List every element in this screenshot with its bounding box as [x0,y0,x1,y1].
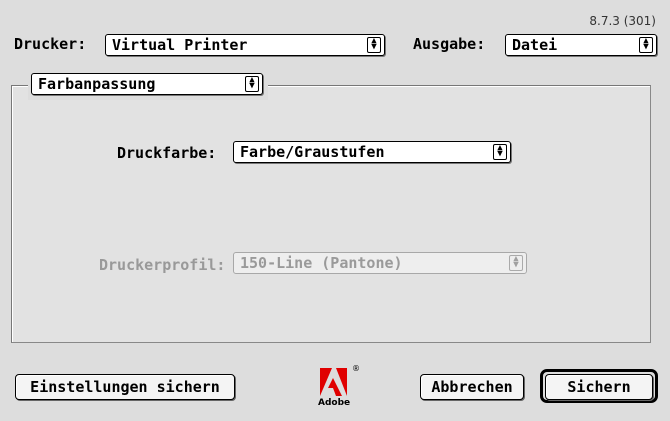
profile-popup: 150-Line (Pantone) ▲ ▼ [233,252,527,274]
save-settings-button[interactable]: Einstellungen sichern [15,374,235,400]
settings-group-box [11,85,651,343]
print-dialog: 8.7.3 (301) Drucker: Virtual Printer ▲ ▼ … [0,0,670,421]
updown-arrows-icon: ▲ ▼ [493,144,507,160]
registered-mark: ® [352,364,360,373]
output-popup-value: Datei [512,36,558,54]
adobe-logo-text: Adobe [318,398,351,408]
cancel-button[interactable]: Abbrechen [420,374,524,400]
ink-popup[interactable]: Farbe/Graustufen ▲ ▼ [233,141,511,163]
ink-popup-value: Farbe/Graustufen [240,143,385,161]
panel-selector-value: Farbanpassung [38,75,156,93]
printer-popup[interactable]: Virtual Printer ▲ ▼ [105,34,385,56]
panel-selector-popup[interactable]: Farbanpassung ▲ ▼ [31,73,263,95]
profile-popup-value: 150-Line (Pantone) [240,254,403,272]
save-button[interactable]: Sichern [545,374,653,400]
profile-label: Druckerprofil: [99,256,226,274]
printer-label: Drucker: [14,35,87,53]
output-label: Ausgabe: [413,35,486,53]
updown-arrows-icon: ▲ ▼ [367,37,381,53]
printer-popup-value: Virtual Printer [112,36,248,54]
updown-arrows-icon: ▲ ▼ [639,37,653,53]
output-popup[interactable]: Datei ▲ ▼ [505,34,657,56]
updown-arrows-icon: ▲ ▼ [245,76,259,92]
ink-label: Druckfarbe: [117,144,217,162]
updown-arrows-icon: ▲ ▼ [509,255,523,271]
version-label: 8.7.3 (301) [589,14,656,28]
